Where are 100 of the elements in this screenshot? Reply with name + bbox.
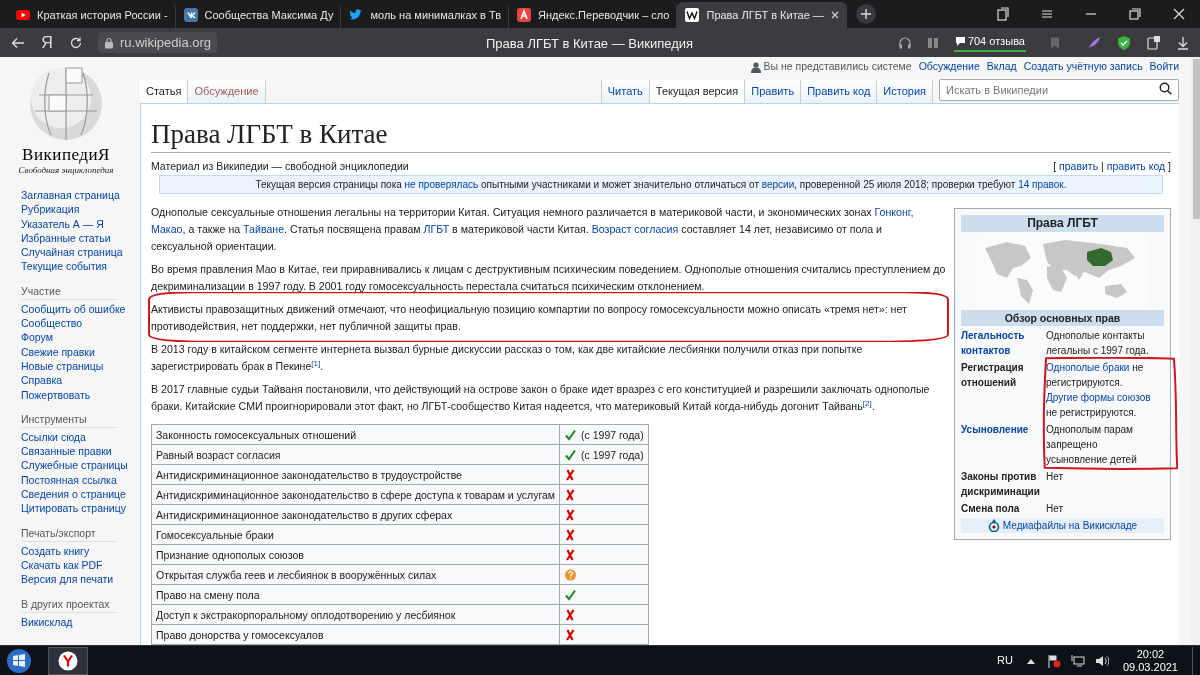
paragraph: Во время правления Мао в Китае, геи приравнивались к лицам с деструктивным психическим поведением. Однополые отношения считались преступлением до декриминализации в 1997 году. В 2001 году гомосексуальность перестала считаться психическим отклонением. (151, 262, 946, 294)
browser-tab[interactable]: Права ЛГБТ в Китае — (677, 2, 847, 28)
download-icon[interactable] (1176, 35, 1190, 50)
tab[interactable]: Править (745, 80, 802, 103)
address-field[interactable]: ru.wikipedia.org (98, 32, 218, 53)
menu-icon[interactable] (1040, 7, 1054, 21)
sidebar-link[interactable]: Рубрикация (21, 202, 80, 217)
volume-icon[interactable] (1094, 653, 1109, 668)
paragraph: В 2017 главные судьи Тайваня постановили, что действующий на острове закон о браке идет вразрез с его конституцией и разрешили заключать однополые браки. Китайские СМИ проигнорировали этот факт, но ЛГБТ-сообщество Китая надеется, что материковый Китай когда-нибудь догонит Тайвань$^{[2]}$. (151, 382, 931, 414)
link[interactable]: Макао (151, 223, 183, 235)
row-value: Нет (1045, 502, 1065, 516)
start-button[interactable] (4, 647, 34, 674)
footnote-link[interactable]: [1] (311, 359, 321, 368)
sidebar-link[interactable]: Текущие события (21, 259, 107, 274)
link[interactable]: Усыновление (961, 422, 1041, 467)
link[interactable]: Возраст согласия (591, 223, 679, 235)
link[interactable]: править (1059, 160, 1099, 172)
extension-icon[interactable] (1146, 34, 1162, 51)
sidebar-link[interactable]: Скачать как PDF (21, 557, 103, 573)
table-cell: Право донорства у гомосексуалов (151, 624, 560, 645)
link[interactable]: Войти (1149, 59, 1179, 75)
link[interactable]: Вклад (986, 59, 1017, 75)
search-icon[interactable] (1159, 82, 1172, 95)
browser-logo[interactable]: Я (40, 30, 54, 55)
sidebar-link[interactable]: Свежие правки (21, 344, 95, 359)
network-icon[interactable] (1070, 653, 1085, 668)
link[interactable]: Создать учётную запись (1023, 59, 1143, 75)
scrollbar-thumb[interactable] (1193, 59, 1200, 219)
play-icon (15, 7, 31, 23)
sidebar-link[interactable]: Сведения о странице (21, 487, 126, 502)
table-cell: Доступ к экстракорпоральному оплодотворению у лесбиянок (151, 604, 560, 625)
section-heading: В других проектах (21, 596, 117, 613)
sidebar-link[interactable]: Случайная страница (21, 245, 123, 260)
tagline: Свободная энциклопедия (18, 165, 114, 176)
shield-icon[interactable] (1116, 34, 1132, 51)
tab[interactable]: История (877, 80, 933, 103)
sidebar-link[interactable]: Постоянная ссылка (21, 472, 117, 488)
link[interactable]: Обсуждение (918, 59, 980, 75)
sidebar-link[interactable]: Избранные статьи (21, 230, 111, 246)
language-indicator[interactable]: RU (997, 652, 1013, 669)
row-value: Однополые браки не регистрируются. Другие формы союзов не регистрируются. (1045, 361, 1152, 420)
sidebar-link[interactable]: Ссылки сюда (21, 429, 86, 445)
caret-icon[interactable] (1026, 657, 1035, 664)
sidebar-link[interactable]: Справка (21, 373, 63, 388)
link[interactable]: ЛГБТ (423, 223, 450, 235)
restore-icon[interactable] (1128, 7, 1142, 21)
lock-icon (104, 36, 114, 49)
tab[interactable]: Править код (801, 80, 878, 103)
reader-icon[interactable] (925, 35, 940, 50)
reviews-button[interactable]: 704 отзыва (953, 33, 1026, 52)
tab[interactable]: Читать (601, 80, 650, 103)
w-icon (684, 7, 701, 23)
table-cell: Антидискриминационное законодательство в трудоустройстве (151, 464, 560, 485)
sidebar-link[interactable]: Новые страницы (21, 358, 104, 374)
sidebar-link[interactable]: Викисклад (21, 614, 73, 629)
link[interactable]: 14 правок (1018, 179, 1064, 190)
subtitle: Материал из Википедии — свободной энциклопедии (151, 159, 409, 173)
page-title: Права ЛГБТ в Китае — Википедия (486, 35, 694, 53)
sidebar-link[interactable]: Форум (21, 330, 53, 345)
sidebar-link[interactable]: Создать книгу (21, 543, 90, 558)
taskbar-app[interactable] (48, 646, 88, 675)
table-cell: Антидискриминационное законодательство в сфере доступа к товарам и услугам (151, 484, 560, 505)
wordmark: ВикипедиЯ (22, 145, 110, 165)
tab[interactable]: Обсуждение (188, 80, 266, 103)
link[interactable]: Другие формы союзов (1046, 392, 1151, 403)
sidebar-link[interactable]: Связанные правки (21, 444, 112, 459)
sidebar-link[interactable]: Служебные страницы (21, 458, 128, 473)
close-icon[interactable] (829, 10, 840, 20)
sidebar-link[interactable]: Указатель А — Я (21, 216, 104, 231)
link[interactable]: не проверялась (404, 179, 479, 190)
clock-date[interactable]: 09.03.2021 (1122, 660, 1178, 674)
footnote-link[interactable]: [2] (862, 399, 872, 408)
sidebar-link[interactable]: Сообщить об ошибке (21, 301, 126, 317)
flag-icon[interactable] (1046, 653, 1061, 668)
feather-icon[interactable] (1086, 34, 1102, 51)
sidebar-link[interactable]: Сообщество (21, 316, 82, 331)
speech-bubble-icon (954, 36, 966, 47)
link[interactable]: Легальность контактов (961, 328, 1041, 358)
table-cell: Равный возраст согласия (151, 444, 560, 465)
edit-links: [ править | править код ] (1053, 159, 1171, 173)
scrollbar[interactable] (1191, 57, 1200, 645)
section-heading: Инструменты (21, 411, 117, 428)
article-title: Права ЛГБТ в Китае (151, 116, 1171, 153)
tab[interactable]: Статья (140, 80, 189, 103)
table-cell: Открытая служба геев и лесбиянок в вооружённых силах (151, 564, 560, 585)
headphones-icon[interactable] (897, 35, 912, 50)
sidebar-link[interactable]: Цитировать страницу (21, 501, 126, 516)
search-field[interactable]: Искать в Википедии (939, 79, 1179, 101)
vk-icon (182, 7, 199, 23)
link[interactable]: править код (1106, 160, 1166, 172)
close-icon[interactable] (1172, 7, 1186, 21)
sidebar-link[interactable]: Версия для печати (21, 572, 114, 587)
sidebar-link[interactable]: Заглавная страница (21, 188, 120, 203)
tab[interactable]: Текущая версия (649, 80, 746, 103)
paragraph: Активисты правозащитных движений отмечают, что неофициальную позицию компартии по вопросу гомосексуальности можно описать «тремя нет»: нет противодействия, нет поддержки, нет публичной защиты прав. (151, 301, 946, 335)
collections-icon[interactable] (996, 7, 1010, 21)
link[interactable]: Однополые браки (1046, 362, 1130, 373)
translate-icon (516, 7, 533, 23)
sidebar-link[interactable]: Пожертвовать (21, 387, 91, 402)
clock-time[interactable]: 20:02 (1136, 647, 1165, 661)
